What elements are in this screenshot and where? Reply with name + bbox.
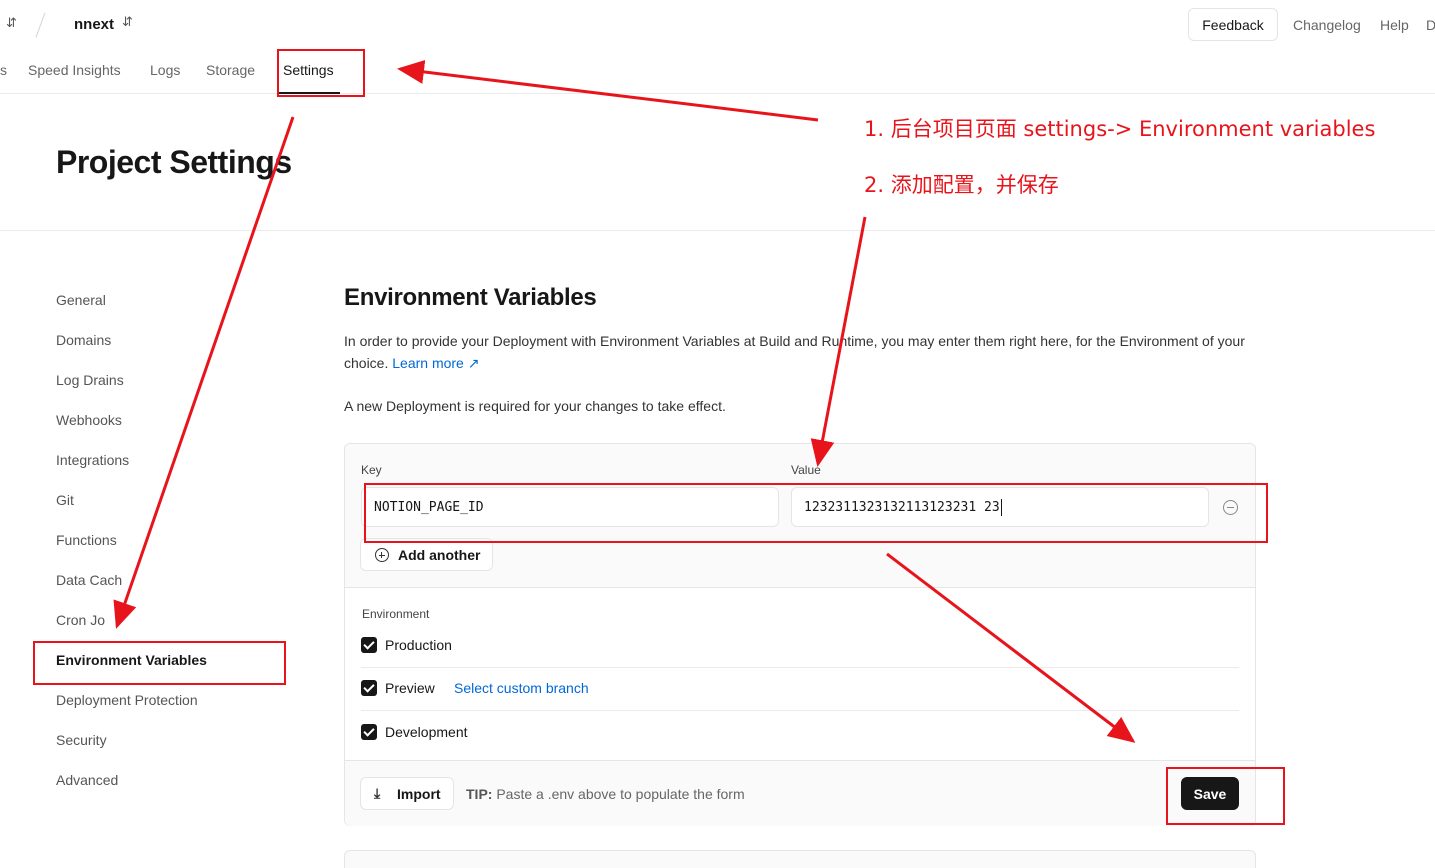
sidebar-item-deployment-protection[interactable]: Deployment Protection <box>56 692 198 708</box>
section-title: Environment Variables <box>344 284 597 311</box>
annotation-box-key-value <box>364 483 1268 543</box>
scope-switcher-chevron-icon[interactable]: ⇵ <box>6 15 17 31</box>
production-checkbox[interactable] <box>361 637 377 653</box>
tab-logs[interactable]: Logs <box>150 62 180 78</box>
env-option-development: Development <box>361 712 1239 755</box>
redeploy-note: A new Deployment is required for your ch… <box>344 398 726 414</box>
environment-label: Environment <box>362 607 430 621</box>
env-name: Preview <box>385 680 435 696</box>
annotation-box-env-vars-item <box>33 641 286 685</box>
sidebar-item-functions[interactable]: Functions <box>56 532 117 548</box>
plus-circle-icon <box>375 548 389 562</box>
tip-text: TIP: Paste a .env above to populate the … <box>466 786 745 802</box>
section-description: In order to provide your Deployment with… <box>344 330 1264 374</box>
key-label: Key <box>361 463 382 477</box>
sidebar-item-integrations[interactable]: Integrations <box>56 452 129 468</box>
sidebar-item-general[interactable]: General <box>56 292 106 308</box>
learn-more-link[interactable]: Learn more ↗ <box>392 355 479 371</box>
changelog-link[interactable]: Changelog <box>1293 17 1361 33</box>
select-custom-branch-link[interactable]: Select custom branch <box>454 680 589 696</box>
annotation-step-2: 2. 添加配置，并保存 <box>864 173 1059 197</box>
sidebar-item-log-drains[interactable]: Log Drains <box>56 372 124 388</box>
annotation-step-1: 1. 后台项目页面 settings-> Environment variabl… <box>864 117 1376 141</box>
annotation-box-settings-tab <box>277 49 365 97</box>
env-name: Development <box>385 724 468 740</box>
external-link-icon: ↗ <box>467 355 480 371</box>
top-header: ⇵ nnext ⇵ Feedback Changelog Help D <box>0 0 1435 50</box>
env-var-list-card <box>344 850 1256 868</box>
tab-storage[interactable]: Storage <box>206 62 255 78</box>
docs-link[interactable]: D <box>1426 17 1435 33</box>
page-title: Project Settings <box>56 144 292 180</box>
value-label: Value <box>791 463 821 477</box>
development-checkbox[interactable] <box>361 724 377 740</box>
form-footer: ⤓ Import TIP: Paste a .env above to popu… <box>345 760 1255 826</box>
sidebar-item-data-cache[interactable]: Data Cach <box>56 572 122 588</box>
env-option-preview: Preview Select custom branch <box>361 668 1239 711</box>
sidebar-item-webhooks[interactable]: Webhooks <box>56 412 122 428</box>
breadcrumb-separator <box>35 12 46 38</box>
sidebar-item-domains[interactable]: Domains <box>56 332 111 348</box>
sidebar-item-cron-jobs[interactable]: Cron Jo <box>56 612 105 628</box>
env-option-production: Production <box>361 625 1239 668</box>
sidebar-item-advanced[interactable]: Advanced <box>56 772 118 788</box>
tab-speed-insights[interactable]: Speed Insights <box>28 62 121 78</box>
import-button[interactable]: ⤓ Import <box>360 777 454 810</box>
project-name[interactable]: nnext <box>74 16 114 33</box>
tab-partial[interactable]: s <box>0 62 7 78</box>
sidebar-item-git[interactable]: Git <box>56 492 74 508</box>
project-switcher-chevron-icon[interactable]: ⇵ <box>122 14 133 30</box>
project-tabs: s Speed Insights Logs Storage Settings <box>0 50 1435 94</box>
feedback-button[interactable]: Feedback <box>1188 8 1278 41</box>
help-link[interactable]: Help <box>1380 17 1409 33</box>
env-name: Production <box>385 637 452 653</box>
preview-checkbox[interactable] <box>361 680 377 696</box>
annotation-box-save <box>1166 767 1285 825</box>
sidebar-item-security[interactable]: Security <box>56 732 107 748</box>
download-icon: ⤓ <box>374 785 381 801</box>
